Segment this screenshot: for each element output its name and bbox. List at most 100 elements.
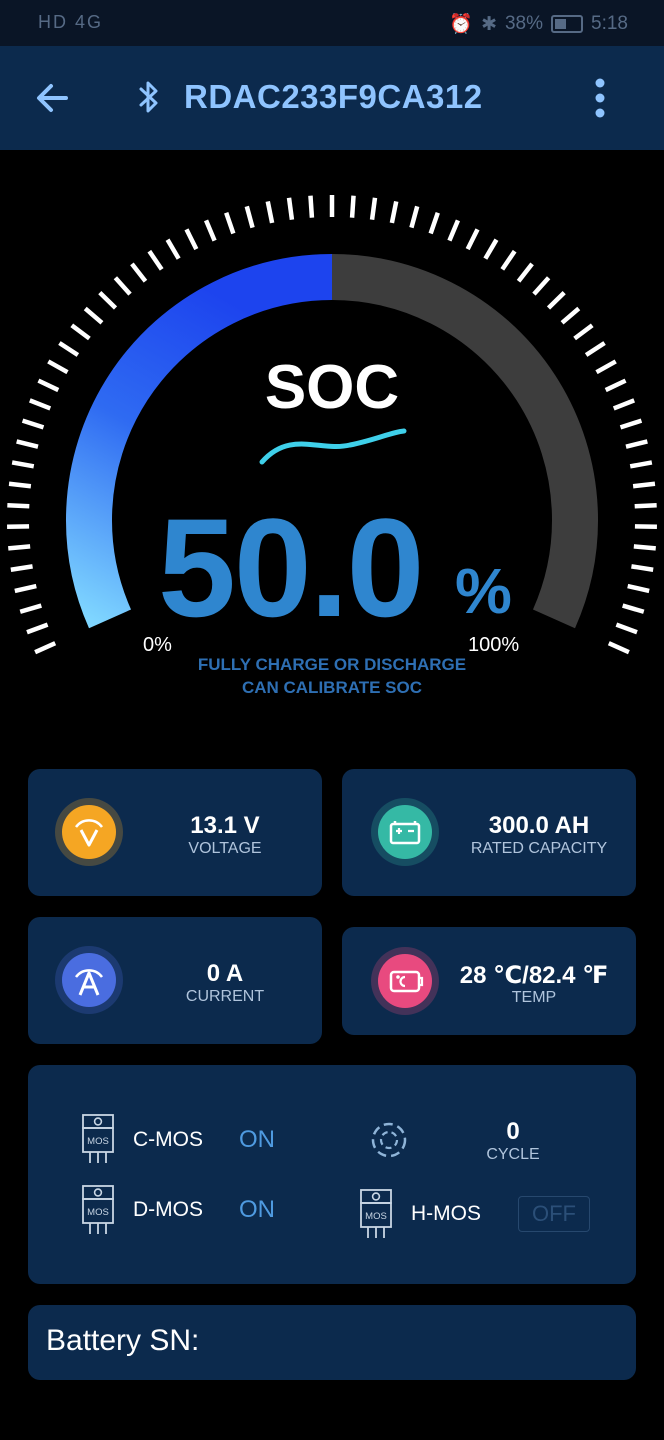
gauge-tick	[428, 211, 440, 235]
gauge-tick	[573, 323, 594, 341]
rated-capacity-card: 300.0 AH RATED CAPACITY	[342, 769, 636, 896]
gauge-tick	[389, 200, 399, 224]
gauge-tick	[224, 211, 236, 235]
h-mos-label: H-MOS	[411, 1202, 481, 1225]
gauge-tick	[165, 238, 181, 260]
gauge-tick	[483, 238, 499, 260]
temperature-value: 28 ℃/82.4 ℉	[459, 962, 609, 989]
cycle-value: 0	[506, 1118, 520, 1145]
rated-capacity-value: 300.0 AH	[488, 812, 590, 839]
gauge-tick	[632, 481, 656, 489]
gauge-tick	[244, 205, 255, 229]
temperature-icon	[371, 947, 439, 1015]
battery-percent: 38%	[504, 13, 544, 34]
cycle-label: CYCLE	[486, 1146, 540, 1163]
status-right: ⏰ ✱ 38% 5:18	[449, 12, 628, 36]
gauge-tick	[203, 219, 217, 242]
c-mos-label: C-MOS	[133, 1128, 203, 1151]
d-mos-label: D-MOS	[133, 1198, 203, 1221]
cycle-icon	[371, 1122, 407, 1158]
gauge-tick	[349, 195, 356, 218]
current-card: 0 A CURRENT	[28, 917, 322, 1044]
gauge-tick	[629, 460, 653, 469]
gauge-tick	[622, 603, 645, 614]
gauge-tick	[615, 622, 638, 635]
gauge-tick	[546, 291, 566, 310]
h-mos-toggle[interactable]: OFF	[518, 1196, 590, 1232]
gauge-tick	[11, 460, 35, 469]
voltage-icon	[55, 798, 123, 866]
current-icon	[55, 946, 123, 1014]
gauge-tick	[625, 439, 648, 449]
gauge-tick	[14, 583, 37, 594]
gauge-tick	[409, 205, 420, 229]
temperature-card: 28 ℃/82.4 ℉ TEMP	[342, 927, 636, 1035]
clock: 5:18	[591, 13, 628, 34]
rated-capacity-label: RATED CAPACITY	[470, 840, 608, 857]
gauge-tick	[560, 306, 581, 325]
wave-icon	[259, 428, 407, 465]
gauge-tick	[447, 219, 461, 242]
voltage-label: VOLTAGE	[188, 840, 262, 857]
gauge-tick	[633, 544, 656, 551]
gauge-tick	[83, 306, 104, 325]
gauge-tick	[184, 228, 199, 251]
device-name: RDAC233F9CA312	[184, 78, 483, 115]
gauge-tick	[26, 622, 49, 635]
app-bar: RDAC233F9CA312	[0, 46, 664, 150]
gauge-tick	[19, 603, 42, 614]
bluetooth-icon	[139, 81, 158, 113]
calibration-hint-line2: CAN CALIBRATE SOC	[241, 678, 423, 697]
gauge-tick	[607, 641, 630, 655]
gauge-tick	[16, 439, 39, 449]
gauge-tick	[627, 583, 650, 594]
gauge-tick	[8, 481, 32, 489]
alarm-icon: ⏰	[449, 14, 474, 35]
status-bar: HD 4G ⏰ ✱ 38% 5:18	[0, 0, 664, 46]
current-value: 0 A	[206, 960, 244, 987]
gauge-tick	[7, 503, 30, 509]
gauge-tick	[34, 641, 57, 655]
gauge-tick	[70, 323, 91, 341]
gauge-tick	[286, 197, 295, 220]
gauge-tick	[634, 503, 657, 509]
gauge-tick	[98, 291, 118, 310]
h-mos-chip-icon: MOS	[360, 1189, 392, 1238]
back-arrow-icon[interactable]	[32, 78, 72, 118]
gauge-tick	[265, 200, 275, 224]
gauge-tick	[308, 195, 315, 218]
gauge-tick	[631, 564, 654, 572]
gauge-tick	[516, 262, 534, 283]
gauge-tick	[369, 197, 378, 220]
gauge-tick	[130, 262, 148, 283]
gauge-tick	[8, 544, 31, 551]
d-mos-chip-text: MOS	[87, 1207, 109, 1218]
gauge-tick	[147, 249, 164, 271]
more-vert-icon[interactable]	[586, 76, 614, 120]
gauge-tick	[10, 564, 33, 572]
calibration-hint-line1: FULLY CHARGE OR DISCHARGE	[197, 655, 467, 674]
soc-title: SOC	[264, 353, 400, 422]
battery-icon	[371, 798, 439, 866]
d-mos-state: ON	[239, 1196, 275, 1223]
temperature-label: TEMP	[511, 989, 557, 1006]
c-mos-chip-text: MOS	[87, 1136, 109, 1147]
gauge-tick	[113, 276, 132, 296]
c-mos-state: ON	[239, 1126, 275, 1153]
signal-indicators: HD 4G	[38, 12, 104, 32]
gauge-tick	[532, 276, 551, 296]
c-mos-chip-icon: MOS	[82, 1114, 114, 1163]
soc-unit: %	[455, 555, 512, 627]
d-mos-chip-icon: MOS	[82, 1185, 114, 1234]
voltage-card: 13.1 V VOLTAGE	[28, 769, 322, 896]
gauge-tick	[465, 228, 480, 251]
bluetooth-status-icon: ✱	[481, 13, 497, 35]
h-mos-chip-text: MOS	[365, 1211, 387, 1222]
gauge-tick	[500, 249, 517, 271]
voltage-value: 13.1 V	[190, 812, 260, 839]
mos-status-panel	[28, 1065, 636, 1284]
battery-sn-label: Battery SN:	[46, 1324, 200, 1357]
battery-status-icon	[551, 15, 584, 33]
current-label: CURRENT	[185, 988, 265, 1005]
soc-value: 50.0	[158, 489, 424, 646]
